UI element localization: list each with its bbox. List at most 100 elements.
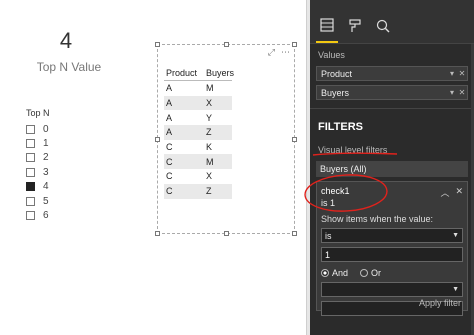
checkbox[interactable]	[26, 139, 35, 149]
filters-heading: FILTERS	[310, 108, 474, 139]
slicer-item[interactable]: 1	[26, 136, 50, 150]
resize-handle[interactable]	[155, 231, 160, 236]
chevron-down-icon[interactable]: ▾	[447, 88, 457, 97]
slicer-item-label: 3	[43, 166, 49, 178]
chevron-down-icon: ▼	[452, 232, 459, 239]
paint-roller-icon	[349, 19, 361, 32]
table-header: Product Buyers	[164, 65, 234, 81]
column-header-product[interactable]: Product	[164, 68, 200, 78]
cell: A	[166, 83, 173, 94]
slicer-item[interactable]: 2	[26, 151, 50, 165]
table-row: CZ	[164, 183, 232, 199]
radio-label: And	[332, 268, 349, 278]
card-label: Top N Value	[36, 60, 102, 74]
fields-icon	[320, 18, 334, 32]
operator-dropdown[interactable]: is ▼	[321, 228, 463, 243]
second-operator-dropdown[interactable]: ▼	[321, 282, 463, 297]
cell: X	[206, 98, 213, 109]
visual-level-filters-label: Visual level filters	[318, 145, 388, 155]
table-row: AM	[164, 81, 232, 96]
cell: Z	[206, 127, 212, 138]
column-header-buyers[interactable]: Buyers	[200, 68, 234, 78]
cell: A	[166, 127, 173, 138]
resize-handle[interactable]	[224, 42, 229, 47]
table-row: CK	[164, 140, 232, 155]
checkbox[interactable]	[26, 124, 35, 134]
checkbox[interactable]	[26, 211, 35, 221]
radio-selected-icon	[321, 269, 329, 277]
visualizations-pane: Values Product ▾ ✕ Buyers ▾ ✕ FILTERS Vi…	[310, 0, 474, 335]
field-well-label: Product	[321, 68, 353, 79]
slicer-item-label: 1	[43, 138, 49, 150]
slicer-item[interactable]: 4	[26, 180, 50, 194]
field-well-buyers[interactable]: Buyers ▾ ✕	[316, 85, 468, 100]
resize-handle[interactable]	[292, 42, 297, 47]
radio-unselected-icon	[360, 269, 369, 277]
close-icon[interactable]: ✕	[457, 69, 467, 78]
table-visual[interactable]: ⤢ ⋯ Product Buyers AM AX AY AZ CK CM CX …	[155, 42, 297, 236]
apply-filter-button[interactable]: Apply filter	[419, 298, 461, 308]
values-label: Values	[318, 50, 345, 60]
cell: M	[206, 156, 214, 167]
data-table: Product Buyers AM AX AY AZ CK CM CX CZ	[164, 65, 234, 199]
slicer-item-label: 6	[43, 210, 49, 222]
resize-handle[interactable]	[224, 231, 229, 236]
filter-value-input[interactable]: 1	[321, 247, 463, 262]
resize-handle[interactable]	[292, 231, 297, 236]
slicer-item-label: 4	[43, 181, 49, 193]
pane-tabs	[310, 0, 474, 44]
slicer-title: Top N	[26, 108, 50, 118]
slicer-item-label: 0	[43, 123, 49, 135]
cell: C	[166, 171, 173, 182]
radio-or[interactable]: Or	[360, 268, 381, 278]
slicer-item[interactable]: 5	[26, 194, 50, 208]
slicer-item-label: 5	[43, 195, 49, 207]
operator-value: is	[325, 230, 332, 241]
red-underline-annotation	[312, 152, 398, 156]
resize-handle[interactable]	[155, 42, 160, 47]
checkbox-checked[interactable]	[26, 182, 35, 192]
checkbox[interactable]	[26, 167, 35, 177]
cell: Y	[206, 112, 213, 123]
cell: K	[206, 142, 213, 153]
radio-and[interactable]: And	[321, 268, 348, 278]
table-row: CM	[164, 154, 232, 170]
red-circle-annotation	[304, 174, 388, 212]
field-well-label: Buyers	[321, 87, 350, 98]
chevron-down-icon[interactable]: ▾	[447, 69, 457, 78]
focus-mode-icon[interactable]: ⤢	[268, 47, 275, 58]
table-row: AY	[164, 110, 232, 125]
cell: C	[166, 142, 173, 153]
resize-handle[interactable]	[155, 137, 160, 142]
chevron-down-icon: ▼	[452, 286, 459, 293]
slicer-item[interactable]: 6	[26, 208, 50, 222]
analytics-tab[interactable]	[372, 9, 394, 43]
slicer-item[interactable]: 0	[26, 122, 50, 136]
top-n-slicer: Top N 0 1 2 3 4 5 6	[26, 108, 50, 223]
close-icon[interactable]: ✕	[455, 186, 463, 199]
fields-tab[interactable]	[316, 9, 338, 43]
report-canvas: 4 Top N Value Top N 0 1 2 3 4 5 6 ⤢ ⋯ Pr…	[0, 0, 306, 335]
cell: Z	[206, 186, 212, 197]
more-options-icon[interactable]: ⋯	[281, 47, 290, 58]
card-value: 4	[59, 28, 73, 53]
chevron-up-icon[interactable]: ︿	[440, 186, 449, 199]
close-icon[interactable]: ✕	[457, 88, 467, 97]
format-tab[interactable]	[344, 9, 366, 43]
slicer-item[interactable]: 3	[26, 165, 50, 179]
cell: A	[166, 112, 173, 123]
checkbox[interactable]	[26, 196, 35, 206]
magnifier-chart-icon	[376, 19, 390, 33]
field-well-product[interactable]: Product ▾ ✕	[316, 66, 468, 81]
resize-handle[interactable]	[292, 137, 297, 142]
slicer-item-label: 2	[43, 152, 49, 164]
radio-label: Or	[371, 268, 382, 278]
cell: M	[206, 83, 214, 94]
checkbox[interactable]	[26, 153, 35, 163]
table-row: AX	[164, 95, 232, 111]
cell: X	[206, 171, 213, 182]
cell: C	[166, 156, 173, 167]
table-row: CX	[164, 169, 232, 184]
table-row: AZ	[164, 125, 232, 140]
show-items-label: Show items when the value:	[321, 214, 434, 224]
